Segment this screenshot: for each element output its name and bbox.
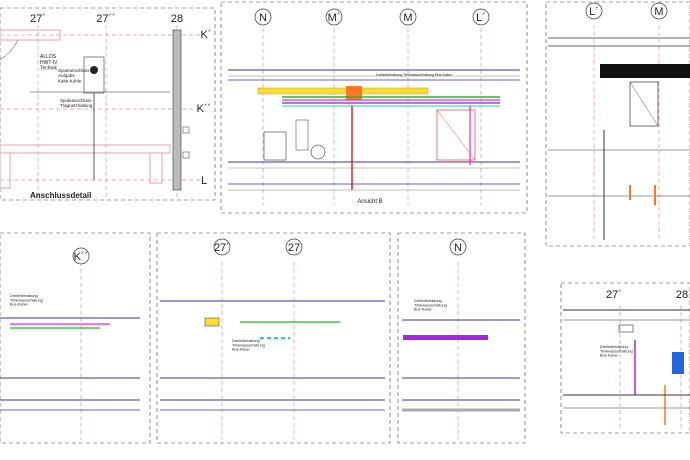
- blue-unit: [672, 352, 684, 374]
- small-box-1: [182, 126, 190, 134]
- panel-bottom-center-right: [397, 232, 526, 444]
- equipment-box: [83, 56, 105, 94]
- grid-label: M: [654, 6, 663, 18]
- grid-label: 28: [676, 289, 688, 301]
- view-caption: Ansicht B: [357, 199, 382, 205]
- pump: [310, 144, 326, 160]
- vessel: [295, 119, 309, 151]
- side-label: K´: [201, 29, 212, 41]
- duct-box: [618, 324, 634, 333]
- panel-frame: [560, 282, 690, 434]
- side-label: K´´: [197, 103, 212, 115]
- panel-bottom-right: [560, 282, 690, 434]
- grid-label: L´: [589, 6, 599, 18]
- note-label: Spuleanschluss Tragnetzhaltung: [60, 98, 93, 108]
- grid-label: 27´: [214, 242, 230, 254]
- cad-drawing-canvas: 27´ 27´´ 28 K´ K´´ L ALLOS HWT-IV Technik …: [0, 1, 690, 444]
- grid-label: 27´: [606, 289, 622, 301]
- yellow-duct: [204, 317, 220, 327]
- grid-label: 27: [288, 242, 300, 254]
- panel-anschlussdetail: [0, 7, 216, 201]
- equipment-symbol: [90, 66, 98, 74]
- grid-label: 27´: [30, 13, 46, 25]
- panel-frame: [156, 232, 391, 444]
- panel-bottom-middle: [156, 232, 391, 444]
- grid-label: L´: [476, 12, 486, 24]
- small-box-2: [182, 151, 190, 159]
- text-layer: 27´ 27´´ 28 K´ K´´ L ALLOS HWT-IV Technik …: [10, 2, 688, 358]
- grid-label: M: [403, 12, 412, 24]
- grid-label: 28: [171, 13, 183, 25]
- cabinet-diagonal: [436, 109, 476, 161]
- grid-label: N: [259, 12, 267, 24]
- tank: [263, 131, 287, 161]
- duct-yellow: [257, 87, 429, 95]
- panel-bottom-left: [0, 232, 151, 444]
- note-label: Spuleanschluss Aufgabe Kalte-Kuhle: [58, 68, 90, 83]
- panel-title: Anschlussdetail: [30, 191, 91, 200]
- room-label: ALLOS HWT-IV Technik: [40, 54, 58, 72]
- wall-right: [149, 152, 163, 184]
- side-label: L: [201, 175, 207, 187]
- note-label: Dreileiterhaltung Trinkwasserhaltung Bus-K…: [600, 345, 633, 358]
- panel-facade-detail: [545, 1, 690, 247]
- column-hatched: [172, 29, 182, 191]
- wall-left: [0, 152, 11, 189]
- note-label: Dreileiterhaltung Trinkwasserhaltung Bus-K…: [414, 299, 447, 312]
- note-label: Dreileiterhaltung Trinkwasserhaltung Bus-K…: [10, 294, 43, 307]
- panel-frame: [545, 1, 690, 247]
- panel-frame: [0, 7, 216, 201]
- grid-label: K´´: [74, 251, 89, 263]
- grid-label: M´: [328, 12, 341, 24]
- duct-orange-box: [346, 86, 362, 100]
- grid-label: 27´´: [96, 13, 116, 25]
- note-label: Dreileiterhaltung Trinkwasserhaltung Bus-K…: [232, 339, 265, 352]
- panel-ansicht-b: [220, 1, 528, 214]
- grid-label: N: [454, 242, 462, 254]
- window-diagonal: [629, 81, 659, 127]
- louvre-band: [600, 64, 690, 78]
- note-label: Dreileiterhaltung Trinkwasserhaltung Bus…: [376, 73, 452, 77]
- wall-mid: [0, 144, 171, 154]
- panel-frame: [0, 232, 151, 444]
- pipe-purple-block: [403, 335, 488, 340]
- door-swing: [0, 39, 19, 61]
